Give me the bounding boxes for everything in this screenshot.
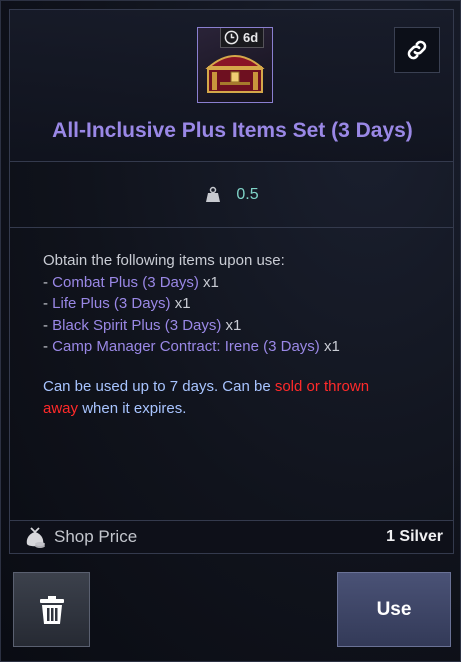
list-prefix: - xyxy=(43,273,53,291)
duration-badge: 6d xyxy=(220,28,265,48)
weight-row: 0.5 xyxy=(9,162,454,228)
item-header: 6d All-Inclusive Plus Items Set (3 Days) xyxy=(9,9,454,162)
expiry-note: Can be used up to 7 days. Can be sold or… xyxy=(43,376,388,419)
description: Obtain the following items upon use: - C… xyxy=(9,228,454,520)
weight-icon xyxy=(206,186,221,202)
list-prefix: - xyxy=(43,316,53,334)
trash-icon xyxy=(39,595,64,624)
item-name: All-Inclusive Plus Items Set (3 Days) xyxy=(52,119,413,142)
item-link-black-spirit-plus: Black Spirit Plus (3 Days) xyxy=(52,316,222,334)
item-link-camp-manager: Camp Manager Contract: Irene (3 Days) xyxy=(52,338,320,356)
item-tooltip-panel: 6d All-Inclusive Plus Items Set (3 Days)… xyxy=(0,0,461,662)
list-qty: x1 xyxy=(198,273,219,291)
item-link-life-plus: Life Plus (3 Days) xyxy=(52,295,171,313)
list-item: - Camp Manager Contract: Irene (3 Days) … xyxy=(43,336,453,358)
shop-price-value: 1 Silver xyxy=(386,528,443,545)
list-item: - Combat Plus (3 Days) x1 xyxy=(43,272,453,294)
list-prefix: - xyxy=(43,295,53,313)
list-item: - Black Spirit Plus (3 Days) x1 xyxy=(43,315,453,337)
list-prefix: - xyxy=(43,338,53,356)
use-button[interactable]: Use xyxy=(337,572,451,647)
expiry-note-part2: when it expires. xyxy=(78,399,187,417)
expiry-note-part1: Can be used up to 7 days. Can be xyxy=(43,377,275,395)
money-bag-icon xyxy=(26,527,45,548)
list-item: - Life Plus (3 Days) x1 xyxy=(43,293,453,315)
item-icon-slot: 6d xyxy=(197,27,273,103)
list-qty: x1 xyxy=(221,316,242,334)
shop-price-label: Shop Price xyxy=(54,527,138,546)
clock-icon xyxy=(224,30,239,45)
link-icon xyxy=(407,40,427,60)
item-link-combat-plus: Combat Plus (3 Days) xyxy=(52,273,199,291)
list-qty: x1 xyxy=(319,338,340,356)
shop-price-row: Shop Price 1 Silver xyxy=(9,520,454,554)
weight-value: 0.5 xyxy=(236,185,259,203)
link-button[interactable] xyxy=(394,27,440,73)
delete-button[interactable] xyxy=(13,572,90,647)
description-intro: Obtain the following items upon use: xyxy=(43,252,285,269)
list-qty: x1 xyxy=(170,295,191,313)
duration-text: 6d xyxy=(243,30,259,45)
